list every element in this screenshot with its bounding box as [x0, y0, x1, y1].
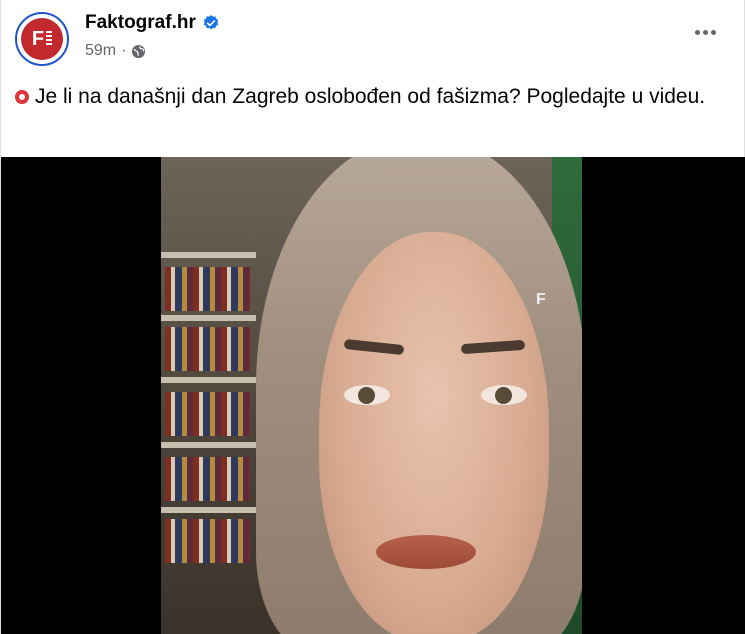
bookshelf — [161, 507, 256, 513]
avatar-letter: F — [31, 27, 45, 50]
bookshelf — [161, 377, 256, 383]
books — [165, 457, 250, 501]
post-meta: 59m · — [85, 42, 146, 60]
page-avatar[interactable]: F — [15, 12, 69, 66]
video-frame — [161, 157, 582, 634]
verified-badge-icon — [203, 15, 219, 30]
video-player[interactable]: F — [1, 157, 745, 634]
meta-separator: · — [121, 42, 127, 59]
eye — [481, 385, 527, 405]
person-face — [319, 232, 549, 634]
books — [165, 392, 250, 436]
facebook-post: F Faktograf.hr 59m · Je li na današnji d… — [0, 0, 745, 634]
bookshelf — [161, 315, 256, 321]
post-timestamp[interactable]: 59m — [85, 42, 116, 60]
caption-text: Je li na današnji dan Zagreb oslobođen o… — [35, 85, 706, 108]
globe-icon[interactable] — [131, 44, 146, 59]
books — [165, 519, 250, 563]
red-circle-icon — [15, 90, 29, 104]
faktograf-logo-icon: F — [21, 18, 63, 60]
bookshelf — [161, 252, 256, 258]
page-name-row: Faktograf.hr — [85, 12, 220, 34]
more-options-icon[interactable] — [689, 24, 722, 41]
page-name-link[interactable]: Faktograf.hr — [85, 12, 196, 34]
books — [165, 267, 250, 311]
lips — [376, 535, 476, 569]
post-caption: Je li na današnji dan Zagreb oslobođen o… — [15, 82, 715, 112]
eye — [344, 385, 390, 405]
bookshelf — [161, 442, 256, 448]
books — [165, 327, 250, 371]
post-header: F Faktograf.hr 59m · — [15, 10, 730, 70]
video-watermark: F — [536, 291, 546, 308]
